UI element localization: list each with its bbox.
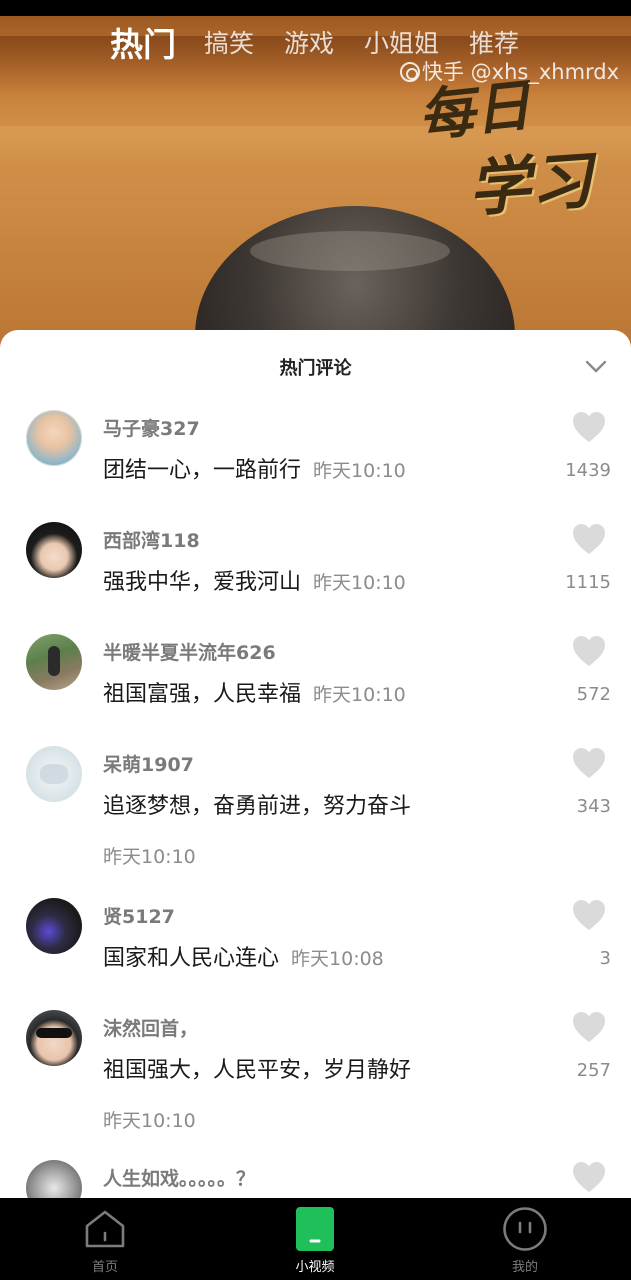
- profile-icon: [503, 1207, 547, 1251]
- heart-icon[interactable]: [571, 746, 607, 780]
- comment-body: 祖国强大，人民平安，岁月静好: [103, 1052, 411, 1084]
- avatar[interactable]: [26, 410, 82, 466]
- tab-girls[interactable]: 小姐姐: [364, 24, 439, 60]
- comment-time: 昨天10:10: [313, 684, 406, 706]
- nav-home[interactable]: 首页: [55, 1198, 155, 1280]
- nav-profile-label: 我的: [511, 1260, 538, 1275]
- comment-text: 团结一心，一路前行: [103, 458, 302, 483]
- like-count: 572: [576, 684, 611, 705]
- comment-username[interactable]: 马子豪327: [103, 414, 200, 441]
- avatar[interactable]: [26, 1160, 82, 1198]
- avatar[interactable]: [26, 522, 82, 578]
- comment-username[interactable]: 人生如戏。。。。。？: [103, 1164, 255, 1191]
- comment-text: 祖国强大，人民平安，岁月静好: [103, 1058, 412, 1083]
- like-count: 3: [599, 948, 611, 969]
- comments-sheet: 热门评论 马子豪327 团结一心，一路前行 昨天10:10 1439 西部湾118…: [0, 330, 631, 1198]
- nav-short-video-label: 小视频: [295, 1260, 335, 1275]
- tab-funny[interactable]: 搞笑: [204, 24, 254, 60]
- heart-icon[interactable]: [571, 898, 607, 932]
- comment-username[interactable]: 呆萌1907: [103, 750, 194, 777]
- nav-short-video[interactable]: 小视频: [265, 1198, 365, 1280]
- tab-recommended[interactable]: 推荐: [469, 24, 519, 60]
- tab-hot[interactable]: 热门: [110, 18, 176, 66]
- nav-profile[interactable]: 我的: [475, 1198, 575, 1280]
- like-count: 1115: [565, 572, 611, 593]
- comment-time: 昨天10:10: [313, 460, 406, 482]
- video-player[interactable]: 每日 学习 快手 @xhs_xhmrdx: [0, 16, 631, 356]
- video-person-hair-highlight: [250, 231, 450, 271]
- comments-title: 热门评论: [279, 358, 352, 379]
- heart-icon[interactable]: [571, 522, 607, 556]
- comment-username[interactable]: 沫然回首，: [103, 1014, 198, 1041]
- comment-body: 国家和人民心连心 昨天10:08: [103, 940, 384, 972]
- like-count: 1439: [565, 460, 611, 481]
- calligraphy-line-2: 学习: [465, 143, 595, 226]
- comments-sheet-header: 热门评论: [0, 330, 631, 402]
- comment-body: 祖国富强，人民幸福 昨天10:10: [103, 676, 406, 708]
- video-calligraphy-overlay: 每日 学习: [415, 66, 608, 226]
- heart-icon[interactable]: [571, 634, 607, 668]
- home-icon: [85, 1210, 125, 1248]
- kuaishou-logo-icon: [400, 62, 420, 82]
- comment-body: 追逐梦想，奋勇前进，努力奋斗: [103, 788, 411, 820]
- tab-games[interactable]: 游戏: [284, 24, 334, 60]
- chevron-down-icon[interactable]: [582, 354, 610, 378]
- comment-text: 国家和人民心连心: [103, 946, 280, 971]
- short-video-icon: [296, 1207, 334, 1251]
- avatar[interactable]: [26, 746, 82, 802]
- comment-body: 强我中华，爱我河山 昨天10:10: [103, 564, 406, 596]
- heart-icon[interactable]: [571, 1010, 607, 1044]
- comment-username[interactable]: 西部湾118: [103, 526, 200, 553]
- category-tabs: 热门 搞笑 游戏 小姐姐 推荐: [110, 20, 549, 64]
- like-count: 343: [576, 796, 611, 817]
- bottom-navigation: 首页 小视频 我的: [0, 1198, 631, 1280]
- avatar[interactable]: [26, 634, 82, 690]
- avatar[interactable]: [26, 1010, 82, 1066]
- comment-time: 昨天10:10: [103, 1110, 196, 1132]
- nav-home-label: 首页: [91, 1260, 118, 1275]
- avatar[interactable]: [26, 898, 82, 954]
- comment-time: 昨天10:10: [103, 846, 196, 868]
- heart-icon[interactable]: [571, 410, 607, 444]
- comment-time: 昨天10:10: [313, 572, 406, 594]
- comment-text: 追逐梦想，奋勇前进，努力奋斗: [103, 794, 412, 819]
- comment-text: 强我中华，爱我河山: [103, 570, 302, 595]
- status-bar: [0, 0, 631, 16]
- comment-text: 祖国富强，人民幸福: [103, 682, 302, 707]
- comment-body: 团结一心，一路前行 昨天10:10: [103, 452, 406, 484]
- comment-username[interactable]: 半暖半夏半流年626: [103, 638, 276, 665]
- heart-icon[interactable]: [571, 1160, 607, 1194]
- comment-username[interactable]: 贤5127: [103, 902, 175, 929]
- like-count: 257: [576, 1060, 611, 1081]
- comment-time: 昨天10:08: [291, 948, 384, 970]
